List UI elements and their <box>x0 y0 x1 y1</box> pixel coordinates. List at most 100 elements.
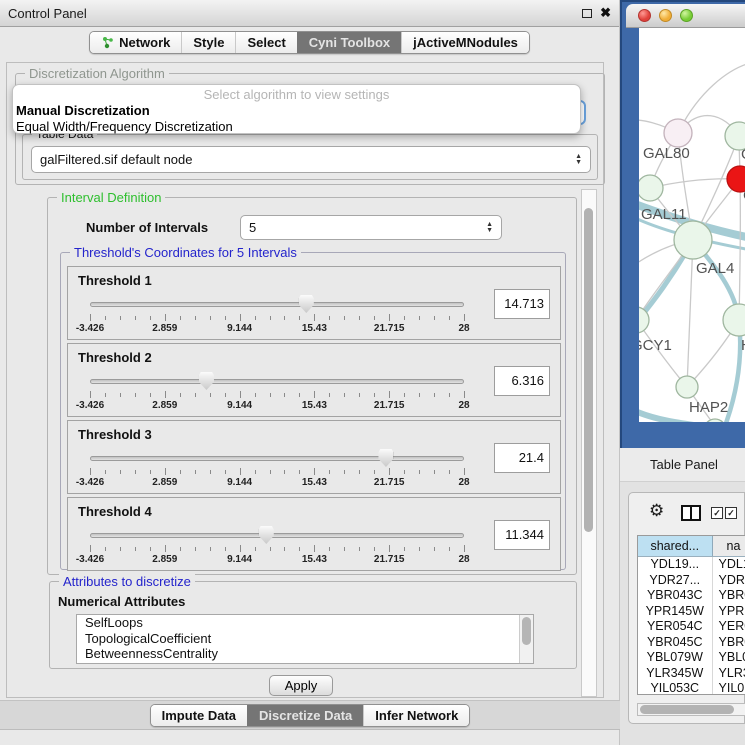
float-window-icon[interactable] <box>582 9 592 18</box>
tab-network[interactable]: Network <box>90 32 181 53</box>
control-panel-window: Control Panel ✖ Network Style Select C <box>0 0 620 745</box>
dropdown-placeholder: Select algorithm to view settings <box>13 87 580 103</box>
table-panel-body: ⚙ ✓ ✓ shared... na YDL19...YDL1 YDR27...… <box>628 492 745 724</box>
table-header-row: shared... na <box>638 536 745 557</box>
numerical-attributes-label: Numerical Attributes <box>58 594 185 609</box>
minimize-traffic-light-icon[interactable] <box>659 9 672 22</box>
tab-style[interactable]: Style <box>181 32 235 53</box>
network-window-titlebar <box>626 4 745 28</box>
network-node-gal11[interactable] <box>639 175 663 201</box>
slider-ticks <box>90 545 464 553</box>
group-title: Discretization Algorithm <box>25 66 169 81</box>
table-row[interactable]: YIL053CYIL0 <box>638 681 745 695</box>
zoom-traffic-light-icon[interactable] <box>680 9 693 22</box>
table-row[interactable]: YBR043CYBR0 <box>638 588 745 604</box>
network-edge[interactable] <box>739 179 740 320</box>
scrollbar-thumb[interactable] <box>640 705 734 714</box>
list-item[interactable]: SelfLoops <box>77 615 533 631</box>
table-data-combobox[interactable]: galFiltered.sif default node ▲▼ <box>31 146 591 173</box>
tab-discretize-data[interactable]: Discretize Data <box>247 705 363 726</box>
threshold-slider[interactable]: -3.4262.8599.14415.4321.71528 <box>90 295 464 337</box>
threshold-slider[interactable]: -3.4262.8599.14415.4321.71528 <box>90 372 464 414</box>
slider-track[interactable] <box>90 533 464 538</box>
node-attribute-table: shared... na YDL19...YDL1 YDR27...YDR2 Y… <box>637 535 745 695</box>
network-view-window: GAL80 G C GAL11 GAL4 GCY1 H HAP2 <box>620 0 745 448</box>
number-of-intervals-combobox[interactable]: 5 ▲▼ <box>240 215 502 240</box>
node-label: GAL11 <box>641 206 687 223</box>
network-node[interactable] <box>723 304 745 336</box>
gear-icon[interactable]: ⚙ <box>649 501 664 521</box>
table-row[interactable]: YBL079WYBL0 <box>638 650 745 666</box>
tab-select[interactable]: Select <box>235 32 296 53</box>
attributes-group: Attributes to discretize Numerical Attri… <box>49 581 577 669</box>
slider-track[interactable] <box>90 379 464 384</box>
threshold-value-field[interactable]: 6.316 <box>494 366 550 396</box>
list-item[interactable]: TopologicalCoefficient <box>77 631 533 647</box>
checked-checkbox-icon[interactable]: ✓ <box>725 507 737 519</box>
threshold-slider[interactable]: -3.4262.8599.14415.4321.71528 <box>90 449 464 491</box>
apply-button[interactable]: Apply <box>269 675 333 696</box>
tab-impute-data[interactable]: Impute Data <box>151 705 247 726</box>
threshold-slider[interactable]: -3.4262.8599.14415.4321.71528 <box>90 526 464 568</box>
column-header-name[interactable]: na <box>713 536 745 556</box>
table-panel-title: Table Panel <box>620 448 745 482</box>
slider-thumb[interactable] <box>378 449 393 467</box>
column-header-shared-name[interactable]: shared... <box>638 536 713 556</box>
tab-infer-network[interactable]: Infer Network <box>363 705 469 726</box>
slider-thumb[interactable] <box>299 295 314 313</box>
scrollbar-thumb[interactable] <box>522 617 531 645</box>
list-item[interactable]: BetweennessCentrality <box>77 646 533 662</box>
bottom-tabbar: Impute Data Discretize Data Infer Networ… <box>0 700 620 730</box>
panel-scrollbar[interactable] <box>581 189 597 697</box>
tab-jactivemnodules[interactable]: jActiveMNodules <box>401 32 529 53</box>
table-row[interactable]: YDR27...YDR2 <box>638 573 745 589</box>
network-icon <box>101 36 114 49</box>
table-horizontal-scrollbar[interactable] <box>637 703 745 716</box>
close-icon[interactable]: ✖ <box>600 8 611 18</box>
dropdown-option-equal-width[interactable]: Equal Width/Frequency Discretization <box>13 119 580 135</box>
threshold-label: Threshold 3 <box>78 427 152 442</box>
network-node-hap2[interactable] <box>676 376 698 398</box>
slider-thumb[interactable] <box>199 372 214 390</box>
threshold-value-field[interactable]: 14.713 <box>494 289 550 319</box>
node-label: G <box>741 146 745 163</box>
close-traffic-light-icon[interactable] <box>638 9 651 22</box>
slider-tick-labels: -3.4262.8599.14415.4321.71528 <box>90 400 464 412</box>
threshold-value-field[interactable]: 21.4 <box>494 443 550 473</box>
slider-tick-labels: -3.4262.8599.14415.4321.71528 <box>90 323 464 335</box>
tab-cyni-toolbox[interactable]: Cyni Toolbox <box>297 32 401 53</box>
slider-ticks <box>90 314 464 322</box>
stepper-arrows-icon: ▲▼ <box>575 154 582 165</box>
threshold-label: Threshold 1 <box>78 273 152 288</box>
network-node[interactable] <box>704 419 726 422</box>
node-label: GAL80 <box>643 145 690 162</box>
network-edge[interactable] <box>687 240 693 387</box>
table-row[interactable]: YLR345WYLR3 <box>638 666 745 682</box>
table-row[interactable]: YER054CYER0 <box>638 619 745 635</box>
slider-thumb[interactable] <box>259 526 274 544</box>
list-scrollbar[interactable] <box>519 615 533 663</box>
table-panel: Table Panel ⚙ ✓ ✓ shared... na YDL19...Y… <box>620 448 745 745</box>
network-node-gal80[interactable] <box>664 119 692 147</box>
threshold-4-panel: Threshold 4 -3.4262.8599.14415.4321.7152… <box>67 497 561 571</box>
threshold-label: Threshold 4 <box>78 504 152 519</box>
threshold-1-panel: Threshold 1 -3.4262.8599.14415.4321.7152… <box>67 266 561 340</box>
checked-checkbox-icon[interactable]: ✓ <box>711 507 723 519</box>
attributes-listbox[interactable]: SelfLoops TopologicalCoefficient Between… <box>76 614 534 664</box>
table-data-group: Table Data galFiltered.sif default node … <box>22 134 598 180</box>
table-row[interactable]: YBR045CYBR0 <box>638 635 745 651</box>
slider-track[interactable] <box>90 456 464 461</box>
settings-scroll-area: Interval Definition Number of Intervals … <box>15 189 581 697</box>
slider-track[interactable] <box>90 302 464 307</box>
threshold-value-field[interactable]: 11.344 <box>494 520 550 550</box>
network-node-gal4[interactable] <box>674 221 712 259</box>
split-view-icon[interactable] <box>681 505 701 521</box>
dropdown-option-manual[interactable]: Manual Discretization <box>13 103 580 119</box>
table-row[interactable]: YDL19...YDL1 <box>638 557 745 573</box>
table-row[interactable]: YPR145WYPR1 <box>638 604 745 620</box>
network-canvas[interactable]: GAL80 G C GAL11 GAL4 GCY1 H HAP2 <box>639 28 745 422</box>
interval-definition-group: Interval Definition Number of Intervals … <box>47 197 577 575</box>
scrollbar-thumb[interactable] <box>584 208 593 532</box>
stepper-arrows-icon: ▲▼ <box>486 222 493 233</box>
node-label: GAL4 <box>696 260 734 277</box>
